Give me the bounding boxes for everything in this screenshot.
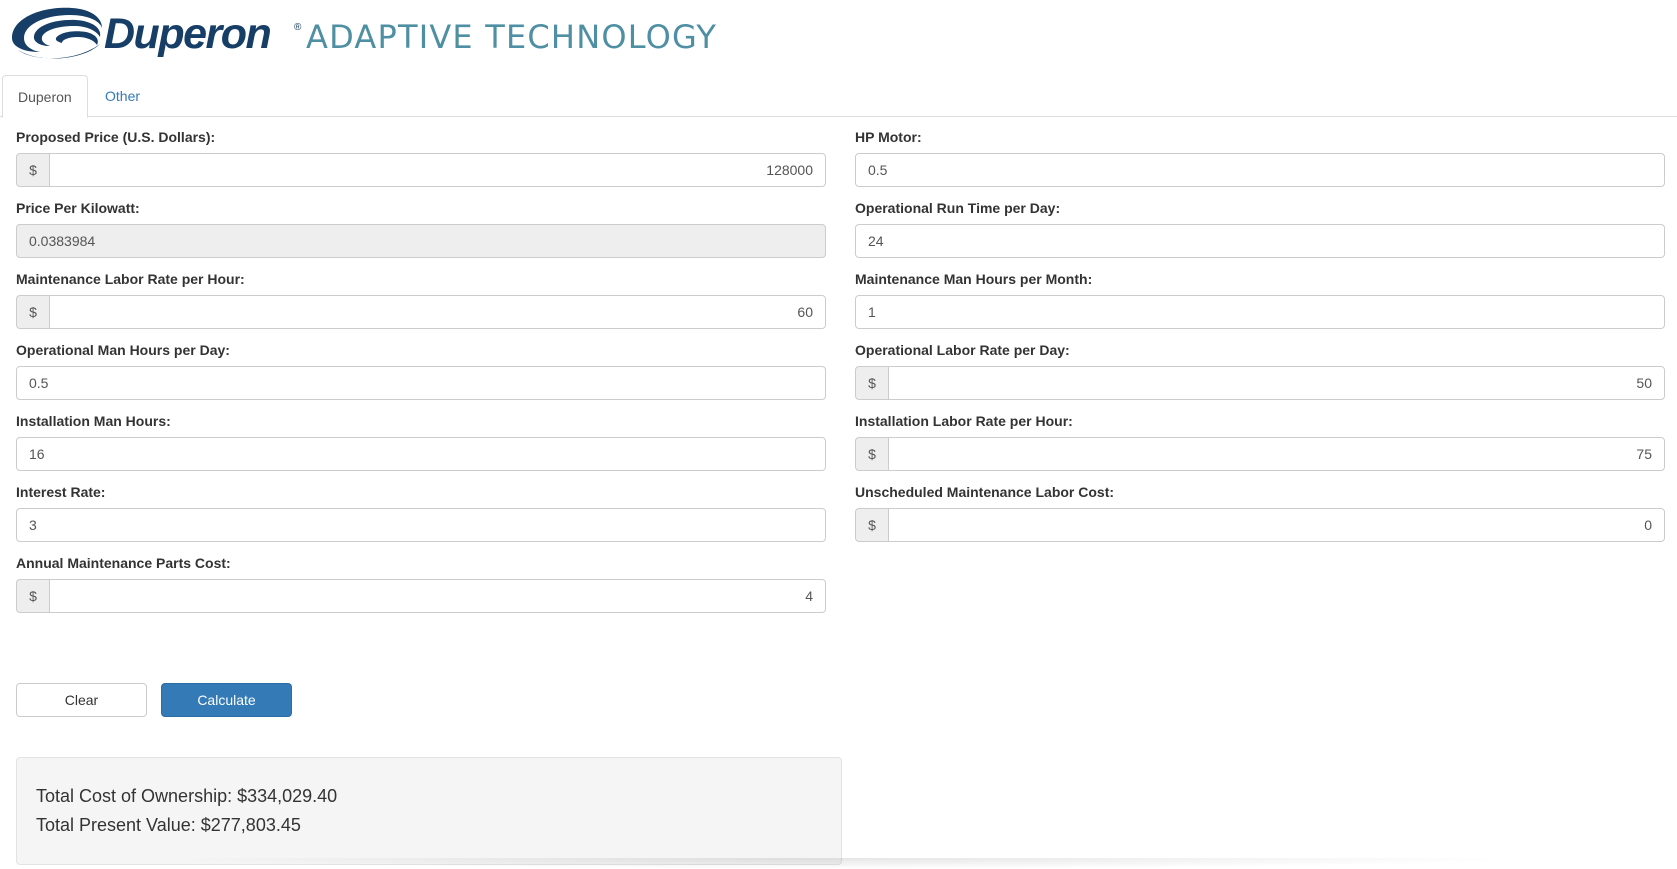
maint-man-hours-group: Maintenance Man Hours per Month: [855,269,1665,329]
clear-button[interactable]: Clear [16,683,147,717]
install-labor-rate-group: Installation Labor Rate per Hour: $ [855,411,1665,471]
results-panel: Total Cost of Ownership: $334,029.40 Tot… [16,757,842,865]
op-run-time-group: Operational Run Time per Day: [855,198,1665,258]
brand-tagline: ADAPTIVE TECHNOLOGY [306,18,718,56]
proposed-price-group: Proposed Price (U.S. Dollars): $ [16,127,826,187]
op-man-hours-input[interactable] [16,366,826,400]
interest-rate-group: Interest Rate: [16,482,826,542]
maint-labor-rate-input-group: $ [16,295,826,329]
annual-parts-cost-input-group: $ [16,579,826,613]
install-labor-rate-label: Installation Labor Rate per Hour: [855,413,1073,429]
annual-parts-cost-label: Annual Maintenance Parts Cost: [16,555,231,571]
unsched-labor-cost-input-group: $ [855,508,1665,542]
op-labor-rate-label: Operational Labor Rate per Day: [855,342,1070,358]
hp-motor-group: HP Motor: [855,127,1665,187]
price-per-kw-input[interactable] [16,224,826,258]
tab-other[interactable]: Other [90,75,155,117]
duperon-logo-swoosh-icon [12,7,102,59]
dollar-addon: $ [855,437,888,471]
proposed-price-input[interactable] [49,153,826,187]
maint-man-hours-input[interactable] [855,295,1665,329]
op-labor-rate-input-group: $ [855,366,1665,400]
annual-parts-cost-input[interactable] [49,579,826,613]
tab-duperon[interactable]: Duperon [2,75,88,118]
hp-motor-input-group [855,153,1665,187]
page-bottom-shadow [150,858,1530,869]
dollar-addon: $ [16,153,49,187]
total-cost-of-ownership: Total Cost of Ownership: $334,029.40 [36,786,338,806]
price-per-kw-input-group [16,224,826,258]
maint-man-hours-input-group [855,295,1665,329]
install-labor-rate-input[interactable] [888,437,1665,471]
unsched-labor-cost-input[interactable] [888,508,1665,542]
proposed-price-input-group: $ [16,153,826,187]
op-man-hours-label: Operational Man Hours per Day: [16,342,230,358]
op-man-hours-group: Operational Man Hours per Day: [16,340,826,400]
op-run-time-input[interactable] [855,224,1665,258]
registered-mark: ® [294,22,302,33]
price-per-kw-group: Price Per Kilowatt: [16,198,826,258]
annual-parts-cost-group: Annual Maintenance Parts Cost: $ [16,553,826,613]
hp-motor-input[interactable] [855,153,1665,187]
maint-labor-rate-label: Maintenance Labor Rate per Hour: [16,271,245,287]
maint-labor-rate-input[interactable] [49,295,826,329]
op-labor-rate-input[interactable] [888,366,1665,400]
op-man-hours-input-group [16,366,826,400]
calculate-button[interactable]: Calculate [161,683,292,717]
tab-bar: Duperon Other [0,75,1677,118]
dollar-addon: $ [855,508,888,542]
unsched-labor-cost-label: Unscheduled Maintenance Labor Cost: [855,484,1115,500]
op-run-time-label: Operational Run Time per Day: [855,200,1061,216]
proposed-price-label: Proposed Price (U.S. Dollars): [16,129,216,145]
interest-rate-label: Interest Rate: [16,484,106,500]
dollar-addon: $ [855,366,888,400]
interest-rate-input-group [16,508,826,542]
install-man-hours-input[interactable] [16,437,826,471]
interest-rate-input[interactable] [16,508,826,542]
maint-man-hours-label: Maintenance Man Hours per Month: [855,271,1093,287]
maint-labor-rate-group: Maintenance Labor Rate per Hour: $ [16,269,826,329]
install-man-hours-group: Installation Man Hours: [16,411,826,471]
op-run-time-input-group [855,224,1665,258]
price-per-kw-label: Price Per Kilowatt: [16,200,140,216]
brand-name: Duperon [104,10,272,58]
install-man-hours-label: Installation Man Hours: [16,413,171,429]
install-labor-rate-input-group: $ [855,437,1665,471]
op-labor-rate-group: Operational Labor Rate per Day: $ [855,340,1665,400]
unsched-labor-cost-group: Unscheduled Maintenance Labor Cost: $ [855,482,1665,542]
total-present-value: Total Present Value: $277,803.45 [36,815,301,835]
dollar-addon: $ [16,295,49,329]
header: Duperon ® ADAPTIVE TECHNOLOGY [0,0,760,66]
hp-motor-label: HP Motor: [855,129,922,145]
dollar-addon: $ [16,579,49,613]
install-man-hours-input-group [16,437,826,471]
